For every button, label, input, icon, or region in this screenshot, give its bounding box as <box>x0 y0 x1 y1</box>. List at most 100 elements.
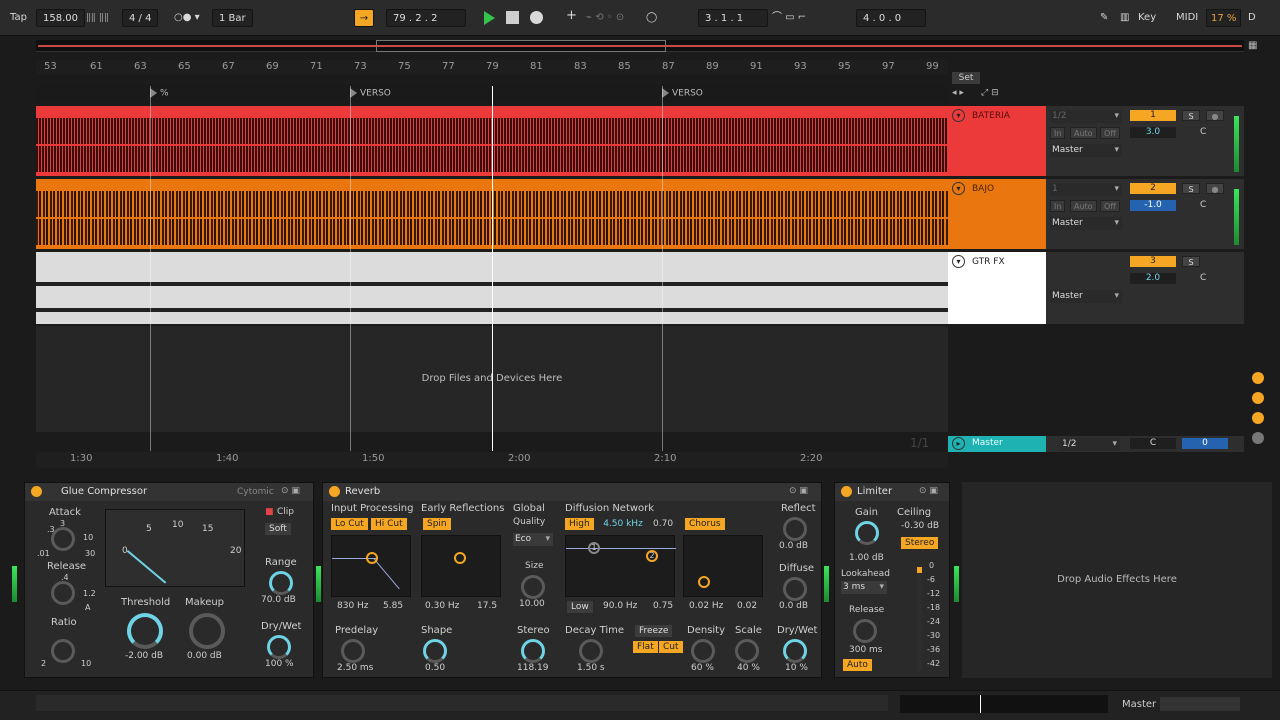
track-header-bajo[interactable]: ▾ BAJO <box>948 179 1046 249</box>
metronome-icon[interactable]: ○● ▾ <box>174 11 200 25</box>
device-power-button[interactable] <box>31 486 42 497</box>
freeze-button[interactable]: Freeze <box>635 625 673 637</box>
density-value[interactable]: 60 % <box>691 663 714 673</box>
density-knob[interactable] <box>691 639 715 663</box>
follow-button[interactable]: → <box>354 9 374 27</box>
returns-toggle-icon[interactable] <box>1252 412 1264 424</box>
loop-length-field[interactable]: 4 . 0 . 0 <box>856 9 926 27</box>
track-activator-icon[interactable]: ▾ <box>952 182 965 195</box>
monitor-in-button[interactable]: In <box>1050 200 1066 212</box>
set-locator-button[interactable]: Set <box>952 72 980 84</box>
overview-selection[interactable] <box>376 40 666 52</box>
time-signature-field[interactable]: 4 / 4 <box>122 9 159 27</box>
cut-button[interactable]: Cut <box>659 641 683 653</box>
lo-cut-button[interactable]: Lo Cut <box>331 518 368 530</box>
volume-field[interactable]: 3.0 <box>1130 127 1176 138</box>
track-activator-button[interactable]: 2 <box>1130 183 1176 194</box>
ratio-knob[interactable] <box>51 639 75 663</box>
predelay-value[interactable]: 2.50 ms <box>337 663 373 673</box>
device-menu-icon[interactable]: ⊙ ▣ <box>919 486 938 496</box>
reflect-value[interactable]: 0.0 dB <box>779 541 808 551</box>
input-filter-graph[interactable] <box>331 535 411 597</box>
pan-field[interactable]: C <box>1200 127 1206 137</box>
input-width-value[interactable]: 5.85 <box>383 601 403 611</box>
device-title-bar[interactable]: Limiter ⊙ ▣ <box>835 483 949 501</box>
device-title-bar[interactable]: Reverb ⊙ ▣ <box>323 483 821 501</box>
mod-amount-value[interactable]: 0.02 <box>737 601 757 611</box>
locator-marker[interactable]: VERSO <box>350 88 391 100</box>
shape-value[interactable]: 0.50 <box>425 663 445 673</box>
loop-icon[interactable]: ◯ <box>646 11 657 25</box>
drywet-value[interactable]: 100 % <box>265 659 294 669</box>
scale-knob[interactable] <box>735 639 759 663</box>
track-header-master[interactable]: ▸ Master <box>948 436 1046 452</box>
device-power-button[interactable] <box>841 486 852 497</box>
device-drop-area[interactable]: Drop Audio Effects Here <box>962 482 1272 678</box>
track-header-bateria[interactable]: ▾ BATERIA <box>948 106 1046 176</box>
stereo-mode-button[interactable]: Stereo <box>901 537 939 549</box>
chorus-handle[interactable] <box>698 576 710 588</box>
auto-release-button[interactable]: Auto <box>843 659 872 671</box>
track-activator-icon[interactable]: ▾ <box>952 255 965 268</box>
loop-start-field[interactable]: 3 . 1 . 1 <box>698 9 768 27</box>
arrangement-overview[interactable] <box>36 40 1244 52</box>
solo-button[interactable]: S <box>1182 183 1200 194</box>
size-value[interactable]: 10.00 <box>519 599 545 609</box>
locator-marker[interactable]: VERSO <box>662 88 703 100</box>
spin-handle[interactable] <box>454 552 466 564</box>
lookahead-select[interactable]: 3 ms <box>841 581 887 594</box>
track-activator-icon[interactable]: ▾ <box>952 109 965 122</box>
mixer-toggle-icon[interactable] <box>1252 432 1264 444</box>
overdub-icon[interactable]: + <box>566 9 577 23</box>
browser-toggle-icon[interactable] <box>1252 372 1264 384</box>
er-amount-value[interactable]: 17.5 <box>477 601 497 611</box>
overview-toggle-icon[interactable]: ▦ <box>1248 40 1264 54</box>
diffuse-value[interactable]: 0.0 dB <box>779 601 808 611</box>
flat-button[interactable]: Flat <box>633 641 658 653</box>
ceiling-value[interactable]: -0.30 dB <box>901 521 939 531</box>
soft-clip-button[interactable]: Soft <box>265 523 291 535</box>
low-freq-value[interactable]: 90.0 Hz <box>603 601 637 611</box>
automation-arm-icon[interactable]: ⌁ ⟲ ◦ ⊙ <box>586 11 624 25</box>
keyboard-icon[interactable]: ▥ <box>1120 11 1129 25</box>
low-shelf-button[interactable]: Low <box>567 601 593 613</box>
track-header-gtr-fx[interactable]: ▾ GTR FX <box>948 252 1046 324</box>
volume-field[interactable]: -1.0 <box>1130 200 1176 211</box>
stereo-value[interactable]: 118.19 <box>517 663 549 673</box>
monitor-in-button[interactable]: In <box>1050 127 1066 139</box>
output-routing-select[interactable]: Master <box>1050 290 1122 303</box>
master-volume-field[interactable]: 0 <box>1182 438 1228 449</box>
locator-nav-icon[interactable]: ◂ ▸ ⤢ ⊟ <box>952 88 1042 100</box>
master-input-select[interactable]: 1/2 <box>1060 438 1120 451</box>
input-channel-select[interactable]: 1/2 <box>1050 110 1122 123</box>
drywet-knob[interactable] <box>267 635 291 659</box>
song-position-field[interactable]: 79 . 2 . 2 <box>386 9 466 27</box>
drywet-value[interactable]: 10 % <box>785 663 808 673</box>
output-routing-select[interactable]: Master <box>1050 144 1122 157</box>
monitor-off-button[interactable]: Off <box>1100 127 1120 139</box>
makeup-value[interactable]: 0.00 dB <box>187 651 222 661</box>
pan-field[interactable]: C <box>1200 200 1206 210</box>
tempo-field[interactable]: 158.00 <box>36 9 85 27</box>
gain-value[interactable]: 1.00 dB <box>849 553 884 563</box>
device-view-toggle[interactable] <box>1160 697 1240 711</box>
monitor-off-button[interactable]: Off <box>1100 200 1120 212</box>
threshold-knob[interactable] <box>127 613 163 649</box>
threshold-value[interactable]: -2.00 dB <box>125 651 163 661</box>
early-reflections-graph[interactable] <box>421 535 501 597</box>
draw-mode-icon[interactable]: ✎ <box>1100 11 1108 25</box>
decay-value[interactable]: 1.50 s <box>577 663 605 673</box>
filter-handle[interactable] <box>366 552 378 564</box>
spin-button[interactable]: Spin <box>423 518 451 530</box>
stereo-knob[interactable] <box>521 639 545 663</box>
beat-ruler[interactable]: 53 61 63 65 67 69 71 73 75 77 79 81 83 8… <box>36 60 948 74</box>
shape-knob[interactable] <box>423 639 447 663</box>
high-freq-value[interactable]: 4.50 kHz <box>599 518 647 530</box>
high-shelf-button[interactable]: High <box>565 518 594 530</box>
quality-select[interactable]: Eco <box>513 533 553 546</box>
arm-button[interactable]: ● <box>1206 183 1224 194</box>
arm-button[interactable]: ● <box>1206 110 1224 121</box>
er-freq-value[interactable]: 0.30 Hz <box>425 601 459 611</box>
solo-button[interactable]: S <box>1182 256 1200 267</box>
time-ruler[interactable]: 1:30 1:40 1:50 2:00 2:10 2:20 <box>36 452 948 468</box>
